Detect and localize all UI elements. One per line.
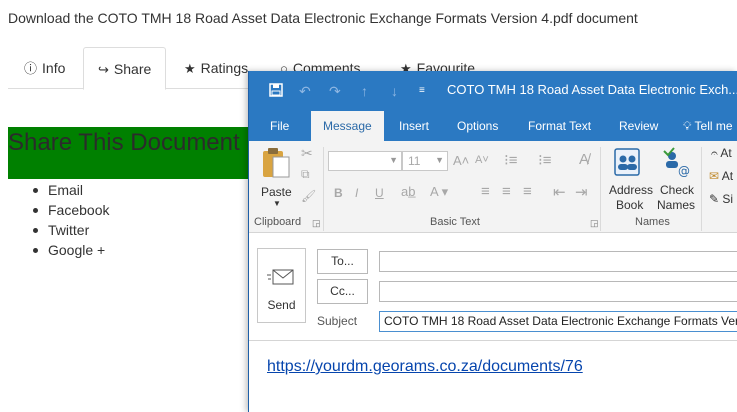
copy-icon[interactable]: ⧉ [301, 167, 310, 182]
signature-label: Si [722, 192, 734, 206]
clipboard-group-label: Clipboard [254, 216, 302, 228]
cut-icon[interactable]: ✂ [301, 145, 313, 162]
outlook-compose-window: ↶ ↷ ↑ ↓ ≡ COTO TMH 18 Road Asset Data El… [248, 71, 737, 412]
tab-insert[interactable]: Insert [399, 111, 429, 141]
cc-field[interactable] [379, 281, 737, 302]
increase-indent-icon[interactable]: ⇥ [575, 183, 588, 201]
send-button[interactable]: Send [257, 248, 306, 323]
tab-info[interactable]: ⓘ Info [10, 47, 79, 89]
title-bar: ↶ ↷ ↑ ↓ ≡ COTO TMH 18 Road Asset Data El… [249, 71, 737, 111]
up-arrow-icon[interactable]: ↑ [361, 83, 368, 99]
svg-text:@: @ [678, 164, 690, 177]
info-circle-icon: ⓘ [24, 61, 38, 76]
share-heading: Share This Document [8, 127, 258, 179]
chevron-down-icon: ▼ [435, 155, 444, 165]
tab-share[interactable]: ↪ Share [83, 47, 167, 90]
align-center-icon[interactable]: ≡ [502, 183, 511, 200]
body-divider [249, 340, 737, 341]
numbering-icon[interactable]: ⁝≡ [538, 151, 552, 169]
underline-icon[interactable]: U [375, 186, 384, 200]
share-item-twitter[interactable]: Twitter [30, 220, 109, 240]
tell-me-search[interactable]: 💡︎ Tell me [683, 111, 733, 141]
tab-review[interactable]: Review [619, 111, 658, 141]
align-left-icon[interactable]: ≡ [481, 183, 490, 200]
font-name-combo[interactable]: ▼ [328, 151, 402, 171]
tab-message[interactable]: Message [311, 111, 384, 141]
send-label: Send [267, 298, 296, 312]
to-button[interactable]: To... [317, 249, 368, 274]
attach-file-label: At [720, 146, 732, 160]
page-title: Download the COTO TMH 18 Road Asset Data… [8, 10, 638, 26]
check-names-label-1: Check [660, 183, 695, 197]
names-group-label: Names [635, 216, 670, 228]
highlight-icon[interactable]: ab̲ [401, 184, 415, 199]
check-names-icon: @ [663, 147, 690, 177]
ribbon: Paste ▼ ✂ ⧉ 🖌︎ Clipboard ◲ ▼ 11 ▼ A˄ A˅ … [249, 141, 737, 233]
signature-icon: ✎ [709, 192, 720, 206]
chevron-down-icon: ▼ [273, 199, 281, 208]
send-icon [267, 269, 294, 285]
attach-item-label: At [721, 169, 734, 183]
share-item-facebook[interactable]: Facebook [30, 200, 109, 220]
tab-file[interactable]: File [270, 111, 289, 141]
down-arrow-icon[interactable]: ↓ [391, 83, 398, 99]
check-names-button[interactable]: @ Check Names [653, 145, 697, 212]
shrink-font-icon[interactable]: A˅ [475, 154, 489, 166]
decrease-indent-icon[interactable]: ⇤ [553, 183, 566, 201]
lightbulb-icon: 💡︎ [683, 119, 692, 133]
envelope-icon: ✉ [709, 169, 720, 183]
group-divider [600, 147, 601, 231]
attach-file-button[interactable]: 𝄐 At [711, 146, 732, 161]
group-divider [701, 147, 702, 231]
chevron-down-icon: ▼ [389, 155, 398, 165]
address-book-button[interactable]: Address Book [604, 145, 654, 212]
share-item-google-plus[interactable]: Google + [30, 240, 109, 260]
subject-input[interactable]: COTO TMH 18 Road Asset Data Electronic E… [379, 311, 737, 332]
signature-button[interactable]: ✎ Si [709, 192, 733, 206]
address-book-label-1: Address [609, 183, 654, 197]
check-names-label-2: Names [657, 198, 696, 212]
tab-info-label: Info [42, 60, 66, 76]
clipboard-launcher-icon[interactable]: ◲ [312, 218, 321, 229]
body-document-link[interactable]: https://yourdm.georams.co.za/documents/7… [267, 358, 583, 376]
cc-button[interactable]: Cc... [317, 279, 368, 304]
italic-icon[interactable]: I [355, 186, 358, 200]
redo-icon[interactable]: ↷ [329, 83, 341, 100]
bullets-icon[interactable]: ⁝≡ [504, 151, 518, 169]
window-title: COTO TMH 18 Road Asset Data Electronic E… [447, 82, 737, 97]
undo-icon[interactable]: ↶ [299, 83, 311, 100]
font-size-value: 11 [408, 154, 421, 168]
font-color-icon[interactable]: A ▾ [430, 184, 448, 200]
tab-ratings-label: Ratings [200, 60, 249, 76]
paste-button[interactable]: Paste ▼ [259, 147, 293, 208]
basic-text-launcher-icon[interactable]: ◲ [590, 218, 599, 229]
star-icon: ★ [184, 61, 196, 76]
tab-share-label: Share [113, 61, 152, 77]
save-icon[interactable] [269, 83, 283, 100]
basic-text-group-label: Basic Text [430, 216, 480, 228]
paperclip-icon: 𝄐 [711, 146, 718, 160]
customize-icon[interactable]: ≡ [419, 85, 425, 96]
share-arrow-icon: ↪ [98, 62, 109, 77]
bold-icon[interactable]: B [334, 186, 343, 200]
tab-options[interactable]: Options [457, 111, 498, 141]
address-book-label-2: Book [616, 198, 644, 212]
clipboard-icon [263, 148, 290, 178]
grow-font-icon[interactable]: A˄ [453, 153, 469, 168]
tell-me-label: Tell me [694, 119, 733, 133]
format-painter-icon[interactable]: 🖌︎ [301, 189, 316, 203]
align-right-icon[interactable]: ≡ [523, 183, 532, 200]
to-field[interactable] [379, 251, 737, 272]
subject-label: Subject [317, 314, 358, 328]
clear-formatting-icon[interactable]: A̸ [579, 151, 589, 168]
address-book-icon [614, 148, 640, 176]
tab-format-text[interactable]: Format Text [528, 111, 591, 141]
share-item-email[interactable]: Email [30, 180, 109, 200]
ribbon-tabs: File Message Insert Options Format Text … [249, 111, 737, 141]
paste-label: Paste [261, 185, 292, 199]
attach-item-button[interactable]: ✉ At [709, 169, 733, 183]
font-size-combo[interactable]: 11 ▼ [402, 151, 448, 171]
group-divider [323, 147, 324, 231]
share-list: Email Facebook Twitter Google + [30, 180, 109, 260]
